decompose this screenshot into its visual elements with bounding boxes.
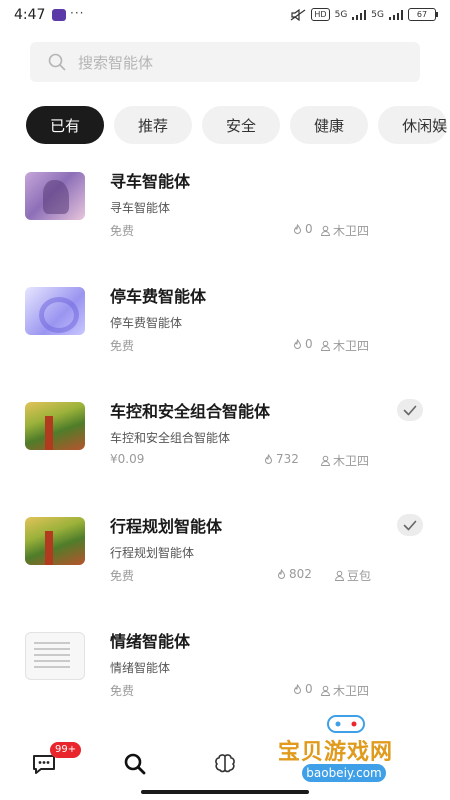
agent-description: 车控和安全组合智能体 — [110, 431, 231, 445]
flame-icon — [293, 683, 302, 694]
agent-author: 木卫四 — [320, 222, 369, 239]
user-icon — [320, 455, 331, 466]
flame-icon — [293, 223, 302, 234]
tab-agents[interactable] — [207, 748, 243, 780]
author-name: 木卫四 — [333, 454, 370, 468]
brain-icon — [215, 754, 235, 773]
user-icon — [320, 225, 331, 236]
agent-title: 情绪智能体 — [110, 632, 191, 651]
gamepad-icon — [327, 715, 365, 733]
agent-price: 免费 — [110, 684, 135, 698]
uses-count: 0 — [305, 337, 313, 351]
user-icon — [320, 685, 331, 696]
search-icon — [124, 753, 146, 775]
app-notification-icon — [52, 9, 66, 21]
agent-title: 停车费智能体 — [110, 287, 207, 306]
agent-thumbnail — [25, 517, 85, 565]
agent-thumbnail — [25, 632, 85, 680]
added-check-button[interactable] — [397, 514, 423, 536]
flame-icon — [293, 338, 302, 349]
agent-list: 寻车智能体 寻车智能体 免费 0 木卫四 停车费智能体 停车费智能体 免费 0 … — [0, 158, 450, 733]
agent-description: 寻车智能体 — [110, 201, 171, 215]
agent-price: ¥0.09 — [110, 452, 145, 466]
search-input[interactable]: 搜索智能体 — [30, 42, 420, 82]
agent-price: 免费 — [110, 224, 135, 238]
flame-icon — [277, 568, 286, 579]
agent-uses: 732 — [263, 452, 299, 466]
agent-uses: 0 — [292, 222, 313, 236]
user-icon — [320, 340, 331, 351]
tab-leisure[interactable]: 休闲娱 — [378, 106, 448, 144]
category-tabs: 已有 推荐 安全 健康 休闲娱 — [26, 106, 450, 144]
flame-icon — [264, 453, 273, 464]
agent-uses: 802 — [276, 567, 312, 581]
agent-uses: 0 — [292, 682, 313, 696]
agent-title: 行程规划智能体 — [110, 517, 223, 536]
author-name: 豆包 — [347, 569, 372, 583]
signal-icon — [352, 9, 367, 20]
tab-recommended[interactable]: 推荐 — [114, 106, 193, 144]
watermark-text: 宝贝游戏网 — [278, 740, 394, 765]
tab-health[interactable]: 健康 — [290, 106, 369, 144]
check-icon — [403, 405, 417, 415]
battery-indicator: 67 — [408, 8, 438, 21]
status-indicators: HD 5G 5G 67 — [290, 8, 438, 21]
signal-icon-2 — [389, 9, 403, 20]
watermark-logo: 宝贝游戏网 baobeiy.com — [270, 712, 450, 792]
home-indicator — [141, 790, 309, 794]
agent-item[interactable]: 停车费智能体 停车费智能体 免费 0 木卫四 — [0, 273, 450, 388]
network-5g-1: 5G — [334, 9, 348, 20]
agent-author: 豆包 — [334, 567, 371, 584]
author-name: 木卫四 — [333, 339, 370, 353]
uses-count: 802 — [289, 567, 312, 581]
hd-indicator: HD — [311, 8, 330, 21]
status-bar: 4:47 ··· HD 5G 5G 67 — [0, 0, 450, 32]
agent-price: 免费 — [110, 569, 135, 583]
message-count-badge: 99+ — [50, 742, 82, 758]
author-name: 木卫四 — [333, 224, 370, 238]
uses-count: 0 — [305, 682, 313, 696]
tab-owned[interactable]: 已有 — [26, 106, 105, 144]
agent-item[interactable]: 车控和安全组合智能体 车控和安全组合智能体 ¥0.09 732 木卫四 — [0, 388, 450, 503]
agent-description: 行程规划智能体 — [110, 546, 195, 560]
agent-title: 车控和安全组合智能体 — [110, 402, 271, 421]
uses-count: 732 — [276, 452, 299, 466]
uses-count: 0 — [305, 222, 313, 236]
tab-search[interactable] — [117, 748, 153, 780]
agent-author: 木卫四 — [320, 337, 369, 354]
mute-icon — [291, 8, 306, 21]
added-check-button[interactable] — [397, 399, 423, 421]
network-5g-2: 5G — [371, 9, 384, 20]
tab-safety[interactable]: 安全 — [202, 106, 281, 144]
agent-title: 寻车智能体 — [110, 172, 191, 191]
agent-item[interactable]: 行程规划智能体 行程规划智能体 免费 802 豆包 — [0, 503, 450, 618]
watermark-url: baobeiy.com — [302, 764, 386, 782]
agent-item[interactable]: 寻车智能体 寻车智能体 免费 0 木卫四 — [0, 158, 450, 273]
status-time: 4:47 — [14, 7, 46, 23]
agent-price: 免费 — [110, 339, 135, 353]
user-icon — [334, 570, 345, 581]
agent-uses: 0 — [292, 337, 313, 351]
agent-author: 木卫四 — [320, 682, 369, 699]
more-notifications-icon: ··· — [70, 6, 85, 20]
search-placeholder: 搜索智能体 — [78, 53, 154, 72]
agent-description: 情绪智能体 — [110, 661, 171, 675]
agent-thumbnail — [25, 287, 85, 335]
check-icon — [403, 520, 417, 530]
search-icon — [48, 53, 66, 71]
agent-thumbnail — [25, 172, 85, 220]
agent-description: 停车费智能体 — [110, 316, 183, 330]
agent-thumbnail — [25, 402, 85, 450]
author-name: 木卫四 — [333, 684, 370, 698]
agent-author: 木卫四 — [320, 452, 369, 469]
